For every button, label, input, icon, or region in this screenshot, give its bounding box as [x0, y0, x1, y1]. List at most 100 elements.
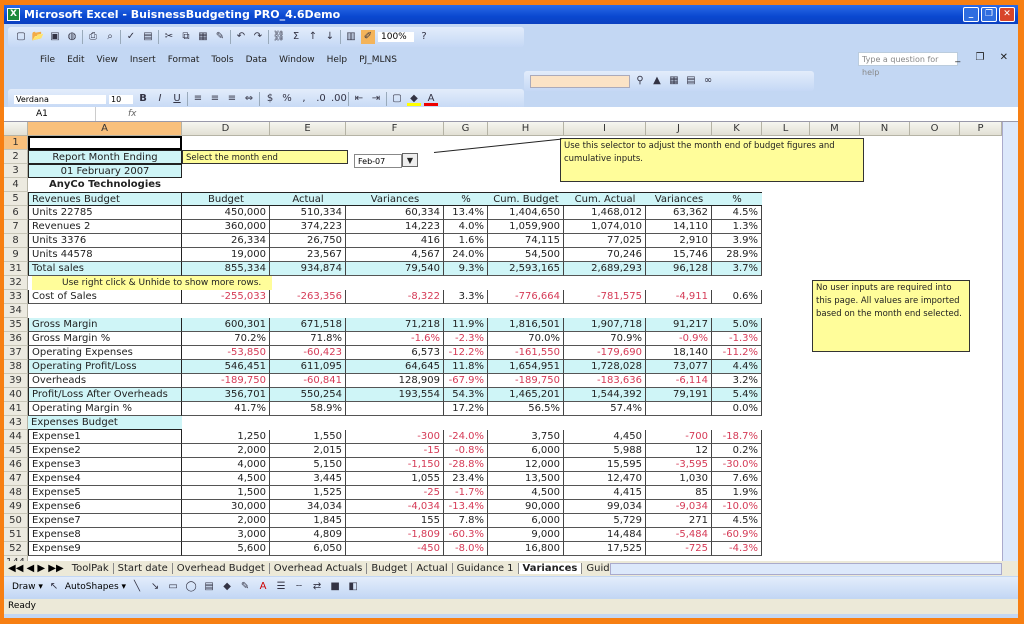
- data-cell[interactable]: 73,077: [646, 360, 712, 374]
- data-cell[interactable]: 41.7%: [182, 402, 270, 416]
- column-header-J[interactable]: J: [646, 122, 712, 136]
- align-right-icon[interactable]: ≡: [225, 92, 239, 106]
- percent-icon[interactable]: %: [280, 92, 294, 106]
- data-cell[interactable]: 4,567: [346, 248, 444, 262]
- shadow-icon[interactable]: ■: [328, 580, 342, 594]
- row-header-1[interactable]: 1: [4, 136, 28, 150]
- row-header-9[interactable]: 9: [4, 248, 28, 262]
- data-cell[interactable]: 5.0%: [712, 318, 762, 332]
- cut-icon[interactable]: ✂: [162, 30, 176, 44]
- borders-icon[interactable]: ▢: [390, 92, 404, 106]
- data-cell[interactable]: 12,000: [488, 458, 564, 472]
- data-cell[interactable]: 1,030: [646, 472, 712, 486]
- data-cell[interactable]: 4,000: [182, 458, 270, 472]
- data-cell[interactable]: -25: [346, 486, 444, 500]
- row-header-36[interactable]: 36: [4, 332, 28, 346]
- data-cell[interactable]: 14,110: [646, 220, 712, 234]
- data-cell[interactable]: 1,907,718: [564, 318, 646, 332]
- help-search-input[interactable]: Type a question for help: [858, 52, 958, 77]
- data-cell[interactable]: -4,911: [646, 290, 712, 304]
- column-header-F[interactable]: F: [346, 122, 444, 136]
- data-cell[interactable]: 54.3%: [444, 388, 488, 402]
- data-cell[interactable]: -776,664: [488, 290, 564, 304]
- menu-tools[interactable]: Tools: [205, 55, 239, 65]
- row-header-7[interactable]: 7: [4, 220, 28, 234]
- save-icon[interactable]: ▣: [48, 30, 62, 44]
- data-cell[interactable]: 56.5%: [488, 402, 564, 416]
- 3d-icon[interactable]: ◧: [346, 580, 360, 594]
- data-cell[interactable]: 96,128: [646, 262, 712, 276]
- data-cell[interactable]: 855,334: [182, 262, 270, 276]
- data-cell[interactable]: -5,484: [646, 528, 712, 542]
- column-header-N[interactable]: N: [860, 122, 910, 136]
- month-selector[interactable]: Feb-07: [354, 154, 402, 168]
- row-header-45[interactable]: 45: [4, 444, 28, 458]
- data-cell[interactable]: 79,540: [346, 262, 444, 276]
- row-header-49[interactable]: 49: [4, 500, 28, 514]
- row-header-2[interactable]: 2: [4, 150, 28, 164]
- month-dropdown-button[interactable]: ▼: [402, 153, 418, 167]
- column-header-I[interactable]: I: [564, 122, 646, 136]
- data-cell[interactable]: 17.2%: [444, 402, 488, 416]
- data-cell[interactable]: -8.0%: [444, 542, 488, 556]
- data-cell[interactable]: -6,114: [646, 374, 712, 388]
- redo-icon[interactable]: ↷: [251, 30, 265, 44]
- oval-icon[interactable]: ◯: [184, 580, 198, 594]
- new-icon[interactable]: ▢: [14, 30, 28, 44]
- data-cell[interactable]: -189,750: [488, 374, 564, 388]
- decrease-indent-icon[interactable]: ⇤: [352, 92, 366, 106]
- data-cell[interactable]: 5,729: [564, 514, 646, 528]
- data-cell[interactable]: 5,600: [182, 542, 270, 556]
- data-cell[interactable]: 26,334: [182, 234, 270, 248]
- zoom-select[interactable]: 100%: [378, 32, 414, 42]
- increase-indent-icon[interactable]: ⇥: [369, 92, 383, 106]
- data-cell[interactable]: 0.6%: [712, 290, 762, 304]
- merge-center-icon[interactable]: ⇔: [242, 92, 256, 106]
- data-cell[interactable]: 74,115: [488, 234, 564, 248]
- data-cell[interactable]: -18.7%: [712, 430, 762, 444]
- help-icon[interactable]: ?: [417, 30, 431, 44]
- row-header-5[interactable]: 5: [4, 192, 28, 206]
- data-cell[interactable]: 4,500: [182, 472, 270, 486]
- data-cell[interactable]: 510,334: [270, 206, 346, 220]
- row-header-8[interactable]: 8: [4, 234, 28, 248]
- row-header-52[interactable]: 52: [4, 542, 28, 556]
- data-cell[interactable]: 1,525: [270, 486, 346, 500]
- column-header-K[interactable]: K: [712, 122, 762, 136]
- menu-edit[interactable]: Edit: [61, 55, 90, 65]
- arrow-icon[interactable]: ↘: [148, 580, 162, 594]
- data-cell[interactable]: 17,525: [564, 542, 646, 556]
- row-header-6[interactable]: 6: [4, 206, 28, 220]
- tab-actual[interactable]: Actual: [412, 563, 453, 574]
- data-cell[interactable]: 4,450: [564, 430, 646, 444]
- print-icon[interactable]: ⎙: [86, 30, 100, 44]
- textbox-icon[interactable]: ▤: [202, 580, 216, 594]
- data-cell[interactable]: -183,636: [564, 374, 646, 388]
- data-cell[interactable]: [646, 402, 712, 416]
- data-cell[interactable]: -67.9%: [444, 374, 488, 388]
- row-header-3[interactable]: 3: [4, 164, 28, 178]
- data-cell[interactable]: 4.0%: [444, 220, 488, 234]
- data-cell[interactable]: 0.2%: [712, 444, 762, 458]
- vertical-scrollbar[interactable]: [1002, 122, 1018, 561]
- open-icon[interactable]: 📂: [31, 30, 45, 44]
- data-cell[interactable]: 1,654,951: [488, 360, 564, 374]
- rectangle-icon[interactable]: ▭: [166, 580, 180, 594]
- data-cell[interactable]: -24.0%: [444, 430, 488, 444]
- paste-icon[interactable]: ▦: [196, 30, 210, 44]
- data-cell[interactable]: -3,595: [646, 458, 712, 472]
- copy-icon[interactable]: ⧉: [179, 30, 193, 44]
- data-cell[interactable]: 155: [346, 514, 444, 528]
- data-cell[interactable]: -255,033: [182, 290, 270, 304]
- data-cell[interactable]: -1,150: [346, 458, 444, 472]
- data-cell[interactable]: 2,910: [646, 234, 712, 248]
- filter-icon[interactable]: ⚲: [633, 74, 647, 88]
- data-cell[interactable]: 416: [346, 234, 444, 248]
- data-cell[interactable]: 58.9%: [270, 402, 346, 416]
- row-header-39[interactable]: 39: [4, 374, 28, 388]
- data-cell[interactable]: 1.3%: [712, 220, 762, 234]
- data-cell[interactable]: 360,000: [182, 220, 270, 234]
- data-cell[interactable]: -781,575: [564, 290, 646, 304]
- data-cell[interactable]: 1,500: [182, 486, 270, 500]
- data-cell[interactable]: 90,000: [488, 500, 564, 514]
